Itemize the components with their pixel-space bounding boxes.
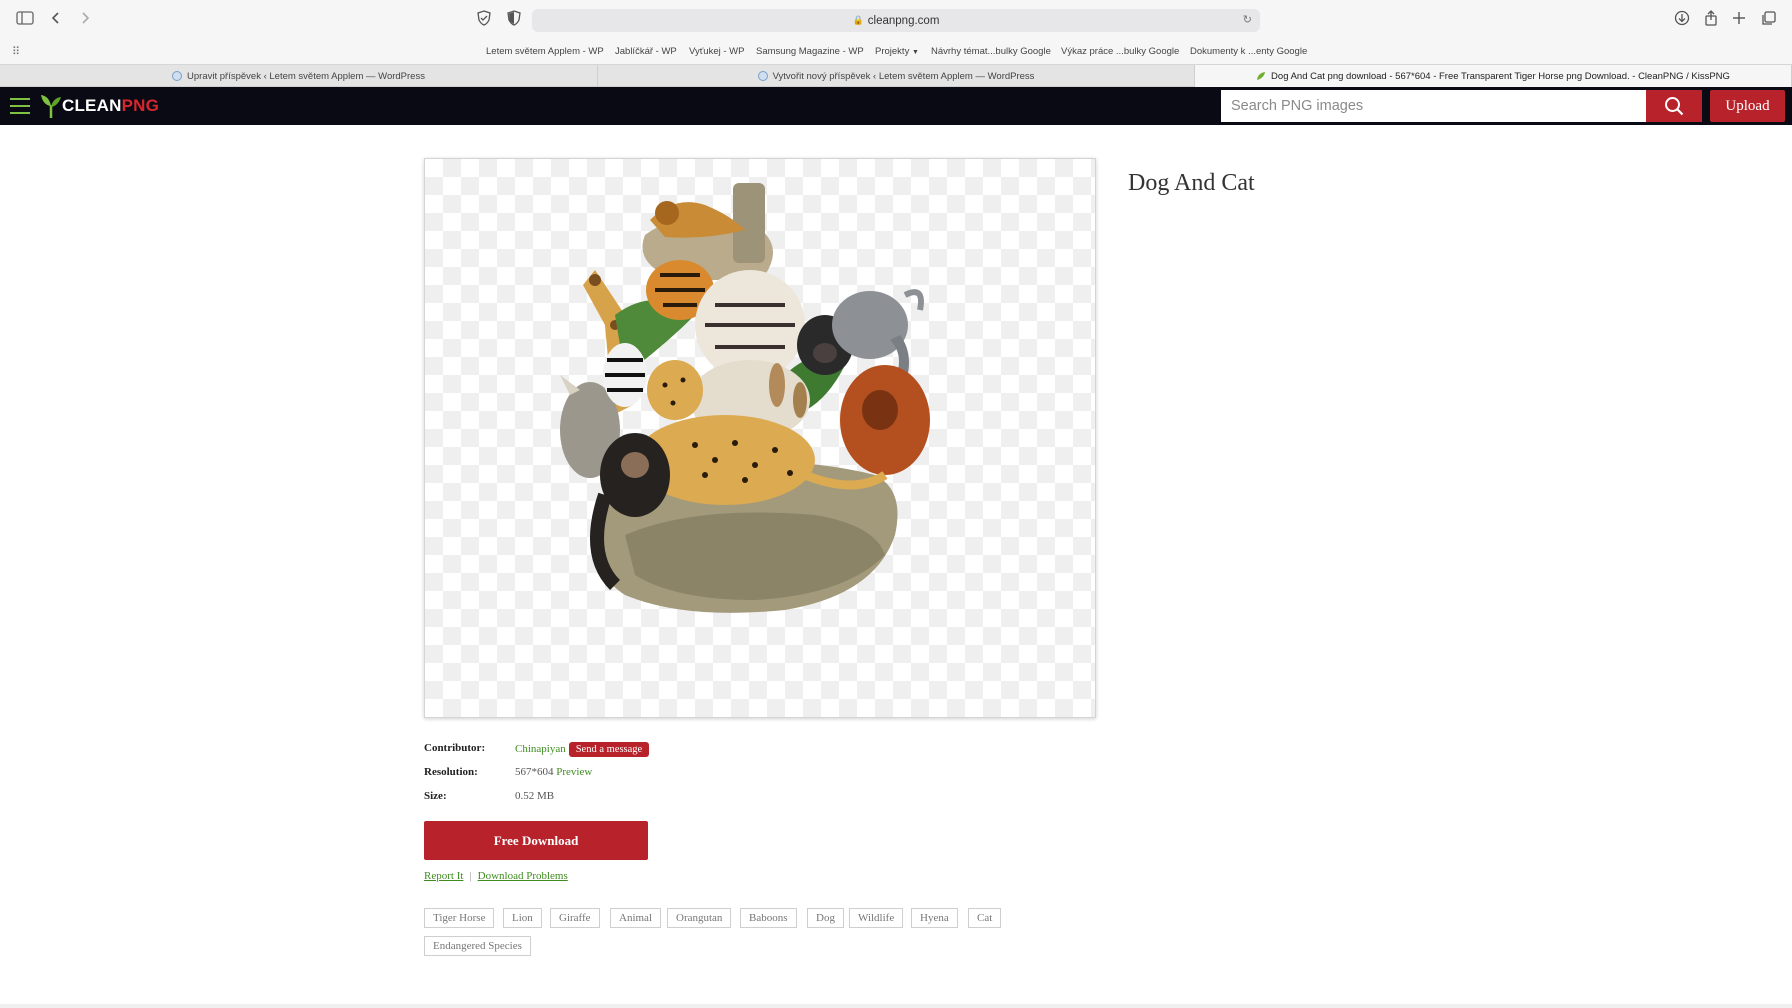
favorite-item[interactable]: Návrhy témat...bulky Google: [931, 46, 1051, 57]
menu-icon[interactable]: [10, 98, 30, 114]
tab-title: Upravit příspěvek ‹ Letem světem Applem …: [187, 70, 425, 82]
share-icon[interactable]: [1701, 10, 1721, 30]
tag-item[interactable]: Endangered Species: [424, 936, 531, 956]
browser-tab[interactable]: Upravit příspěvek ‹ Letem světem Applem …: [0, 65, 598, 87]
lock-icon: 🔒: [852, 15, 864, 26]
page-title: Dog And Cat: [1128, 170, 1255, 196]
resolution-label: Resolution:: [424, 766, 478, 778]
tab-title: Vytvořit nový příspěvek ‹ Letem světem A…: [772, 70, 1035, 82]
logo-clean-text: CLEAN: [62, 96, 122, 115]
favorite-item[interactable]: Dokumenty k ...enty Google: [1190, 46, 1307, 57]
contributor-link[interactable]: Chinapiyan: [515, 743, 566, 755]
browser-toolbar: 🔒 cleanpng.com ↻: [0, 0, 1792, 40]
image-meta: Contributor: Chinapiyan Send a message Re…: [424, 742, 724, 812]
cleanpng-favicon-icon: [1257, 72, 1266, 80]
download-problems-link[interactable]: Download Problems: [478, 870, 568, 882]
tag-item[interactable]: Tiger Horse: [424, 908, 495, 928]
site-header: CLEANPNG Upload: [0, 87, 1792, 125]
search-input[interactable]: [1221, 90, 1646, 122]
tag-item[interactable]: Wildlife: [849, 908, 904, 928]
favorite-item[interactable]: Výkaz práce ...bulky Google: [1061, 46, 1179, 57]
downloads-icon[interactable]: [1672, 10, 1692, 30]
browser-tab[interactable]: Vytvořit nový příspěvek ‹ Letem světem A…: [598, 65, 1195, 87]
wordpress-favicon-icon: [172, 71, 183, 81]
extension-shield-icon[interactable]: [504, 10, 524, 30]
free-download-button[interactable]: Free Download: [424, 821, 648, 860]
contributor-label: Contributor:: [424, 742, 486, 754]
tab-title: Dog And Cat png download - 567*604 - Fre…: [1271, 70, 1730, 82]
forward-icon[interactable]: [75, 10, 95, 30]
link-separator: |: [469, 870, 472, 882]
upload-button[interactable]: Upload: [1710, 90, 1785, 122]
tab-overview-icon[interactable]: [1759, 10, 1779, 30]
favorites-bar: ⠿ Letem světem Applem - WP Jablíčkář - W…: [0, 40, 1792, 64]
footer-divider: [0, 1004, 1792, 1008]
sidebar-toggle-icon[interactable]: [15, 10, 35, 30]
search-icon: [1665, 97, 1684, 116]
contributor-row: Chinapiyan Send a message: [515, 742, 650, 757]
preview-link[interactable]: Preview: [556, 766, 592, 778]
favorites-grid-icon[interactable]: ⠿: [12, 45, 20, 58]
logo-png-text: PNG: [121, 96, 160, 115]
chevron-down-icon: ▼: [911, 49, 919, 56]
favorite-folder-label: Projekty: [875, 46, 910, 57]
wordpress-favicon-icon: [757, 71, 768, 81]
help-links: Report It | Download Problems: [424, 870, 568, 882]
cleanpng-logo[interactable]: CLEANPNG: [40, 93, 159, 119]
tag-item[interactable]: Lion: [503, 908, 542, 928]
new-tab-icon[interactable]: [1729, 10, 1749, 30]
search-button[interactable]: [1646, 90, 1702, 122]
address-bar[interactable]: 🔒 cleanpng.com ↻: [532, 9, 1260, 32]
back-icon[interactable]: [46, 10, 66, 30]
resolution-value: 567*604: [515, 766, 554, 778]
tag-item[interactable]: Giraffe: [550, 908, 600, 928]
url-text: cleanpng.com: [867, 14, 940, 27]
favorite-item[interactable]: Jablíčkář - WP: [615, 46, 677, 57]
reload-icon[interactable]: ↻: [1243, 13, 1252, 26]
tag-item[interactable]: Cat: [968, 908, 1002, 928]
privacy-shield-icon[interactable]: [474, 10, 494, 30]
report-link[interactable]: Report It: [424, 870, 463, 882]
favorite-item[interactable]: Letem světem Applem - WP: [486, 46, 604, 57]
tag-item[interactable]: Baboons: [740, 908, 797, 928]
favorite-item[interactable]: Samsung Magazine - WP: [756, 46, 864, 57]
favorite-folder-projekty[interactable]: Projekty ▼: [875, 46, 919, 57]
tag-item[interactable]: Dog: [807, 908, 844, 928]
tag-item[interactable]: Animal: [610, 908, 661, 928]
resolution-row: 567*604 Preview: [515, 766, 592, 778]
browser-tab-active[interactable]: Dog And Cat png download - 567*604 - Fre…: [1195, 65, 1792, 87]
animal-collage-image: [560, 183, 930, 613]
send-message-button[interactable]: Send a message: [568, 742, 650, 757]
tab-bar: Upravit příspěvek ‹ Letem světem Applem …: [0, 64, 1792, 87]
png-preview-image[interactable]: [424, 158, 1096, 718]
size-value: 0.52 MB: [515, 790, 555, 802]
tag-item[interactable]: Orangutan: [667, 908, 732, 928]
favorite-item[interactable]: Vyťukej - WP: [689, 46, 744, 57]
size-label: Size:: [424, 790, 447, 802]
tag-item[interactable]: Hyena: [911, 908, 958, 928]
leaf-logo-icon: [41, 95, 61, 118]
